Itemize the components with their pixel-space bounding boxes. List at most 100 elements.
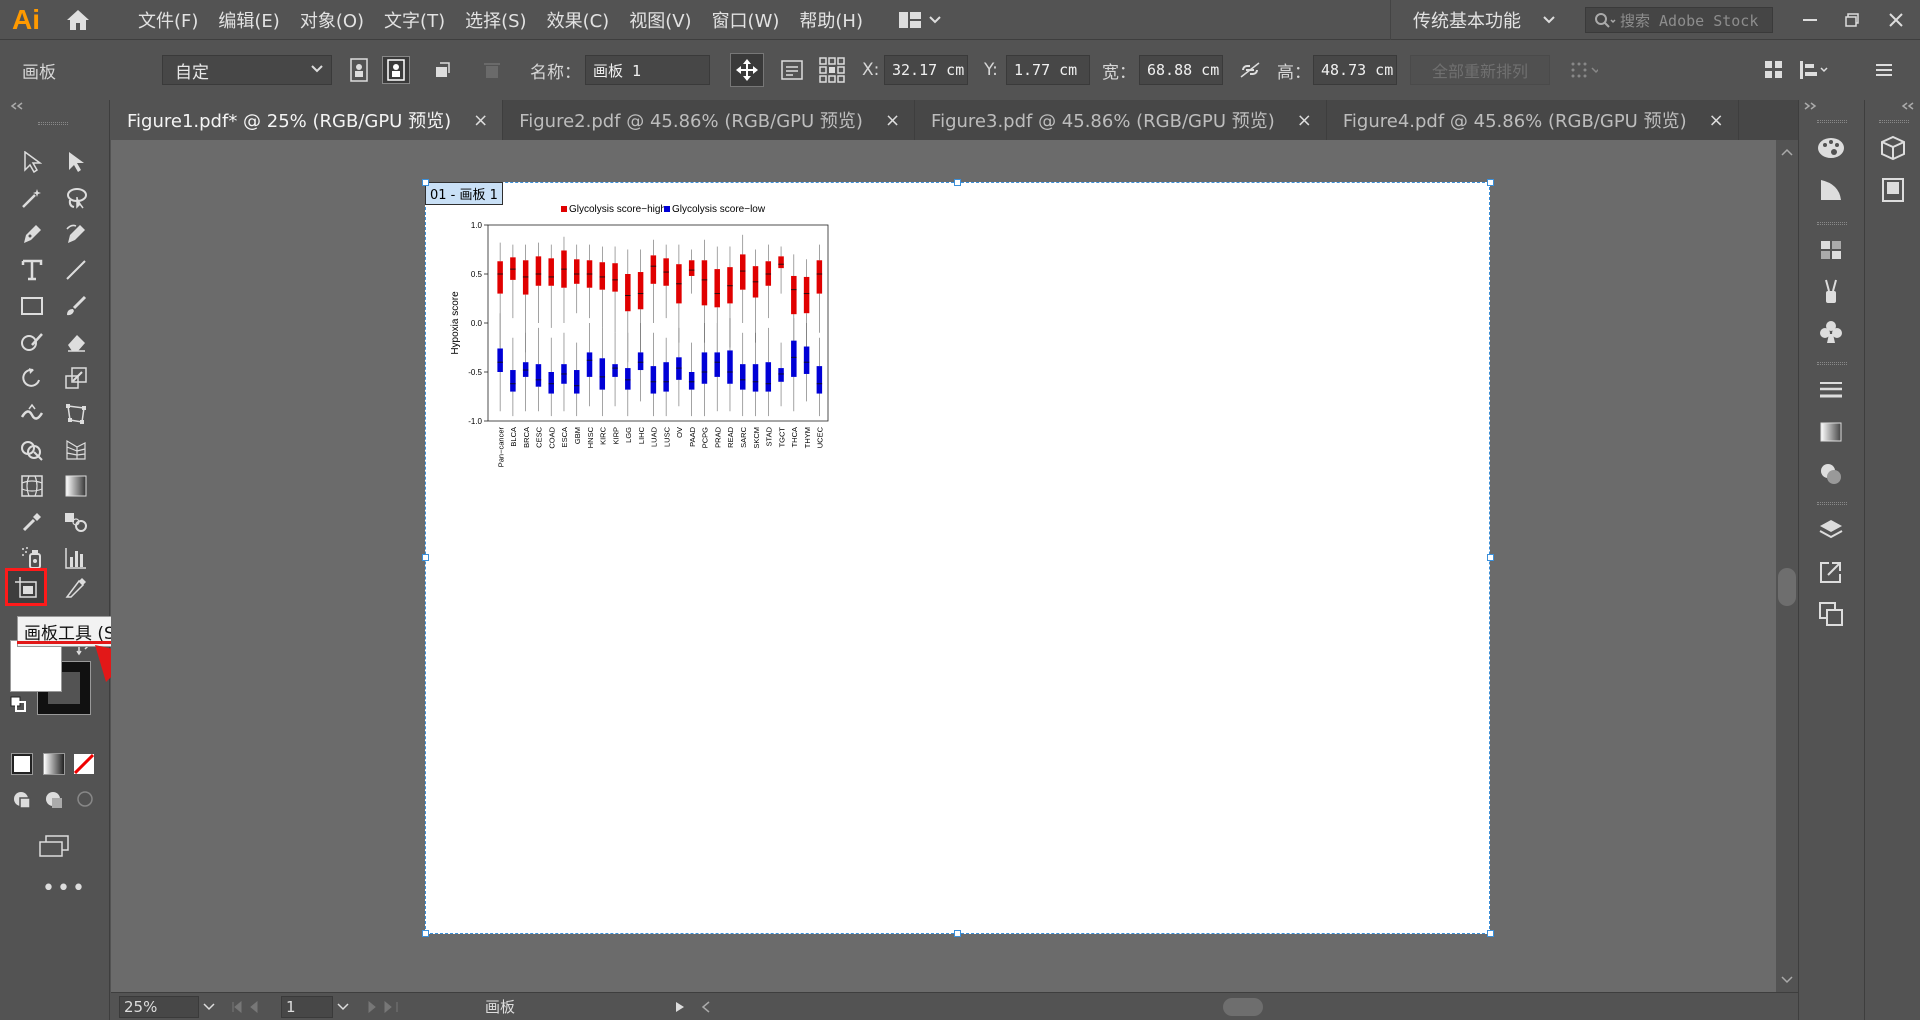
- panel-menu-button[interactable]: [1870, 56, 1898, 84]
- color-panel-button[interactable]: [1815, 132, 1847, 164]
- delete-artboard-button[interactable]: [478, 56, 506, 84]
- artboard[interactable]: Glycolysis score−high Glycolysis score−lo…: [425, 182, 1490, 934]
- swatches-button[interactable]: [1815, 234, 1847, 266]
- artboards-panel-button[interactable]: [1815, 598, 1847, 630]
- magic-wand-tool[interactable]: [14, 182, 50, 214]
- home-button[interactable]: [52, 0, 104, 40]
- resize-handle-w[interactable]: [422, 554, 429, 561]
- gradient-panel-button[interactable]: [1815, 416, 1847, 448]
- type-tool[interactable]: [14, 254, 50, 286]
- color-mode-button[interactable]: [11, 753, 33, 775]
- resize-handle-s[interactable]: [954, 930, 961, 937]
- mesh-tool[interactable]: [14, 470, 50, 502]
- height-input[interactable]: 48.73 cm: [1313, 55, 1397, 85]
- transparency-button[interactable]: [1815, 458, 1847, 490]
- color-guide-button[interactable]: [1815, 174, 1847, 206]
- shape-builder-tool[interactable]: [14, 434, 50, 466]
- rotate-tool[interactable]: [14, 362, 50, 394]
- resize-handle-e[interactable]: [1487, 554, 1494, 561]
- tab-close-icon[interactable]: ×: [1297, 110, 1312, 131]
- document-tab[interactable]: Figure1.pdf* @ 25% (RGB/GPU 预览) ×: [111, 100, 504, 140]
- menu-item[interactable]: 视图(V): [619, 7, 701, 33]
- libraries-button[interactable]: [1877, 132, 1909, 164]
- rectangle-tool[interactable]: [14, 290, 50, 322]
- more-tools-button[interactable]: •••: [42, 876, 87, 901]
- brushes-button[interactable]: [1815, 276, 1847, 308]
- distribute-button[interactable]: [1800, 56, 1828, 84]
- menu-item[interactable]: 文字(T): [374, 7, 455, 33]
- lasso-tool[interactable]: [58, 182, 94, 214]
- scroll-thumb[interactable]: [1778, 568, 1796, 606]
- page-input[interactable]: 1: [281, 995, 333, 1018]
- fill-color-swatch-front[interactable]: [10, 640, 62, 692]
- artboard-options-button[interactable]: [778, 56, 806, 84]
- stroke-panel-button[interactable]: [1815, 374, 1847, 406]
- tab-close-icon[interactable]: ×: [885, 110, 900, 131]
- stock-search-input[interactable]: 搜索 Adobe Stock: [1585, 7, 1773, 33]
- shaper-tool[interactable]: [14, 326, 50, 358]
- selection-tool[interactable]: [14, 146, 50, 178]
- menu-item[interactable]: 效果(C): [537, 7, 620, 33]
- minimize-button[interactable]: [1790, 0, 1830, 40]
- layers-button[interactable]: [1815, 514, 1847, 546]
- resize-handle-sw[interactable]: [422, 930, 429, 937]
- portrait-button[interactable]: [345, 56, 373, 84]
- arrange-button[interactable]: [1760, 56, 1788, 84]
- rearrange-all-button[interactable]: 全部重新排列: [1410, 55, 1550, 85]
- line-segment-tool[interactable]: [58, 254, 94, 286]
- scale-tool[interactable]: [58, 362, 94, 394]
- box: [586, 352, 593, 377]
- menu-item[interactable]: 编辑(E): [208, 7, 289, 33]
- export-button[interactable]: [1815, 556, 1847, 588]
- curvature-tool[interactable]: [58, 218, 94, 250]
- menu-item[interactable]: 文件(F): [128, 7, 208, 33]
- slice-tool[interactable]: [58, 572, 94, 604]
- free-transform-tool[interactable]: [58, 398, 94, 430]
- resize-handle-n[interactable]: [954, 179, 961, 186]
- constrain-proportions-button[interactable]: [1236, 56, 1264, 84]
- symbols-button[interactable]: [1815, 316, 1847, 348]
- column-graph-tool[interactable]: [58, 542, 94, 574]
- resize-handle-se[interactable]: [1487, 930, 1494, 937]
- horizontal-scroll-thumb[interactable]: [1223, 997, 1264, 1016]
- paintbrush-tool[interactable]: [58, 290, 94, 322]
- menu-item[interactable]: 帮助(H): [789, 7, 873, 33]
- close-window-button[interactable]: [1876, 0, 1916, 40]
- pen-tool[interactable]: [14, 218, 50, 250]
- reference-point-button[interactable]: [818, 56, 846, 84]
- arrange-documents-button[interactable]: [899, 11, 941, 28]
- blend-tool[interactable]: [58, 506, 94, 538]
- landscape-button[interactable]: [382, 56, 410, 84]
- resize-handle-ne[interactable]: [1487, 179, 1494, 186]
- document-tab[interactable]: Figure4.pdf @ 45.86% (RGB/GPU 预览) ×: [1327, 100, 1739, 140]
- new-artboard-button[interactable]: [428, 56, 456, 84]
- width-tool[interactable]: [14, 398, 50, 430]
- document-tab[interactable]: Figure2.pdf @ 45.86% (RGB/GPU 预览) ×: [503, 100, 916, 140]
- menu-item[interactable]: 对象(O): [290, 7, 374, 33]
- y-input[interactable]: 1.77 cm: [1006, 55, 1090, 85]
- resize-handle-nw[interactable]: [422, 179, 429, 186]
- perspective-grid-tool[interactable]: [58, 434, 94, 466]
- menu-item[interactable]: 窗口(W): [702, 7, 790, 33]
- direct-selection-tool[interactable]: [58, 146, 94, 178]
- tab-close-icon[interactable]: ×: [1709, 110, 1724, 131]
- tab-close-icon[interactable]: ×: [473, 110, 488, 131]
- move-copy-artwork-button[interactable]: [730, 53, 764, 87]
- restore-button[interactable]: [1832, 0, 1872, 40]
- gradient-mode-button[interactable]: [43, 753, 65, 775]
- x-input[interactable]: 32.17 cm: [884, 55, 968, 85]
- workspace-switcher[interactable]: 传统基本功能: [1390, 0, 1570, 40]
- zoom-select[interactable]: 25%: [119, 995, 199, 1018]
- width-input[interactable]: 68.88 cm: [1139, 55, 1223, 85]
- eyedropper-tool[interactable]: [14, 506, 50, 538]
- gradient-tool[interactable]: [58, 470, 94, 502]
- vertical-scrollbar[interactable]: [1776, 140, 1798, 992]
- artboard-name-input[interactable]: 画板 1: [585, 55, 710, 85]
- align-options-button[interactable]: [1570, 56, 1598, 84]
- document-tab[interactable]: Figure3.pdf @ 45.86% (RGB/GPU 预览) ×: [915, 100, 1327, 140]
- artboard-preset-select[interactable]: 自定: [162, 55, 332, 85]
- menu-item[interactable]: 选择(S): [455, 7, 536, 33]
- properties-button[interactable]: [1877, 174, 1909, 206]
- artboard-tool[interactable]: [5, 568, 47, 606]
- eraser-tool[interactable]: [58, 326, 94, 358]
